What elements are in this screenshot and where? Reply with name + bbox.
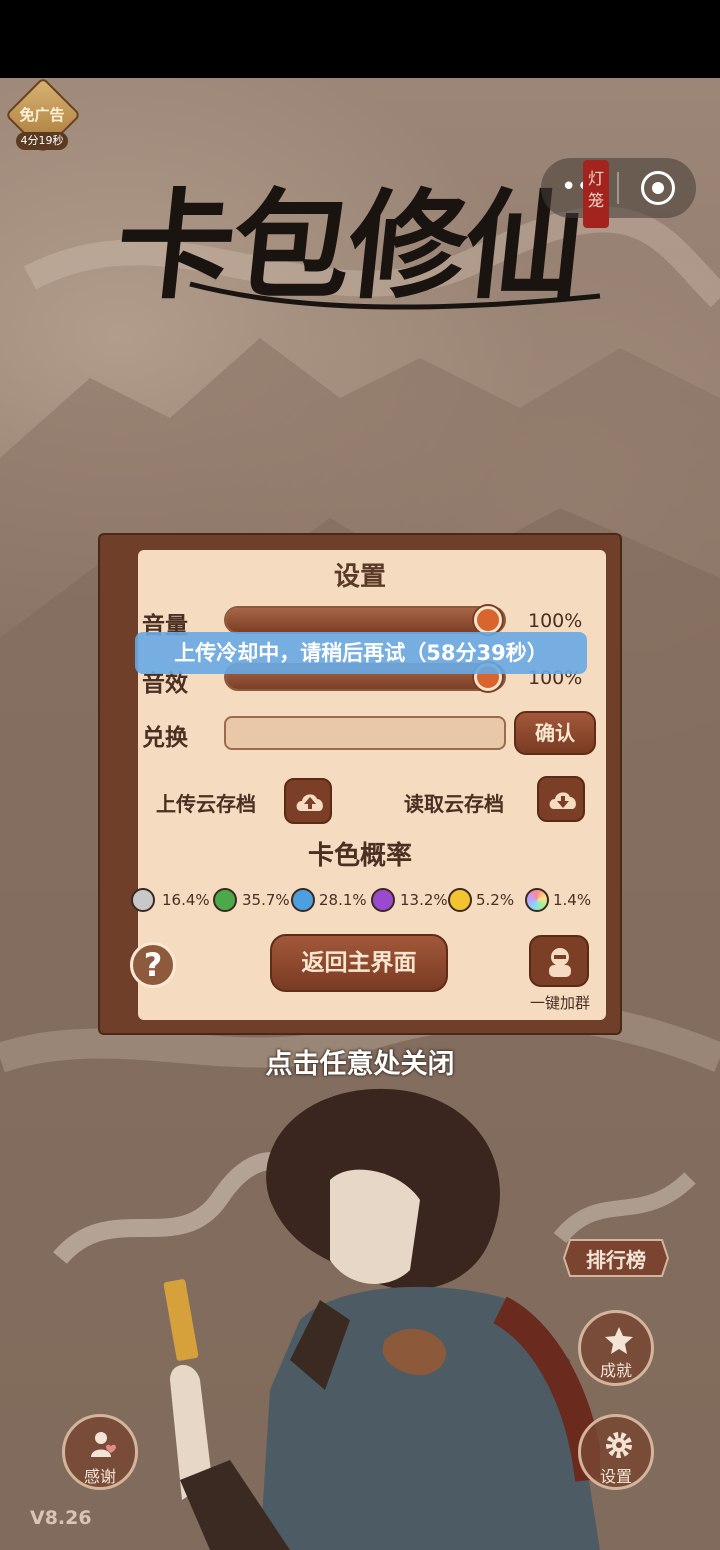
return-home-button[interactable]: 返回主界面 [270, 934, 448, 992]
miniprogram-capsule: ••• [541, 158, 696, 218]
rate-value-purple: 13.2% [400, 891, 448, 909]
card-color-rates-title: 卡色概率 [307, 841, 412, 871]
upload-cloud-save-button[interactable] [284, 778, 332, 824]
redeem-confirm-button[interactable]: 确认 [514, 711, 596, 755]
thanks-button[interactable]: 感谢 [62, 1414, 138, 1490]
rate-dot-rainbow [525, 888, 549, 912]
group-user-icon [549, 948, 571, 977]
achievements-button[interactable]: 成就 [578, 1310, 654, 1386]
join-group-label: 一键加群 [529, 994, 590, 1012]
rate-dot-purple [371, 888, 395, 912]
download-cloud-save-label: 读取云存档 [404, 792, 504, 816]
logo-brush-stroke [189, 281, 601, 310]
redeem-label: 兑换 [142, 725, 188, 751]
gear-icon [606, 1432, 632, 1458]
target-icon[interactable] [641, 171, 675, 205]
upload-cloud-save-label: 上传云存档 [156, 792, 256, 816]
join-group-button[interactable] [529, 935, 589, 987]
download-cloud-save-button[interactable] [537, 776, 585, 822]
rate-dot-gold [448, 888, 472, 912]
rate-value-blue: 28.1% [319, 891, 367, 909]
settings-label: 设置 [599, 1467, 632, 1486]
rate-value-rainbow: 1.4% [553, 891, 592, 909]
help-button[interactable]: ? [130, 942, 176, 988]
rate-value-gray: 16.4% [162, 891, 210, 909]
achievements-label: 成就 [599, 1361, 632, 1380]
volume-slider[interactable] [224, 606, 506, 634]
thanks-label: 感谢 [83, 1467, 116, 1486]
rate-dot-green [213, 888, 237, 912]
cloud-download-icon [549, 792, 576, 809]
rate-value-green: 35.7% [242, 891, 290, 909]
rate-dot-gray [131, 888, 155, 912]
no-ads-label: 免广告 [19, 106, 65, 124]
rate-value-gold: 5.2% [476, 891, 515, 909]
rate-dot-blue [291, 888, 315, 912]
lantern-seal: 灯笼 [583, 160, 609, 228]
cloud-upload-icon [296, 794, 323, 811]
status-bar [0, 0, 720, 78]
version-label: V8.26 [30, 1507, 92, 1529]
redeem-code-input[interactable] [224, 716, 506, 750]
no-ads-badge[interactable]: 免广告 4分19秒 [4, 76, 82, 154]
ranking-button[interactable]: 排行榜 [560, 1244, 672, 1273]
volume-slider-fill [226, 608, 488, 632]
volume-percent: 100% [528, 610, 583, 632]
settings-button[interactable]: 设置 [578, 1414, 654, 1490]
upload-cooldown-toast: 上传冷却中，请稍后再试（58分39秒） [135, 632, 587, 674]
settings-title: 设置 [333, 562, 386, 592]
star-badge-icon [605, 1327, 633, 1354]
cultivator-character-illustration [163, 1088, 600, 1550]
volume-slider-knob[interactable] [474, 606, 502, 634]
no-ads-timer: 4分19秒 [16, 132, 68, 150]
heart-person-icon [91, 1432, 116, 1457]
capsule-divider [617, 172, 619, 204]
